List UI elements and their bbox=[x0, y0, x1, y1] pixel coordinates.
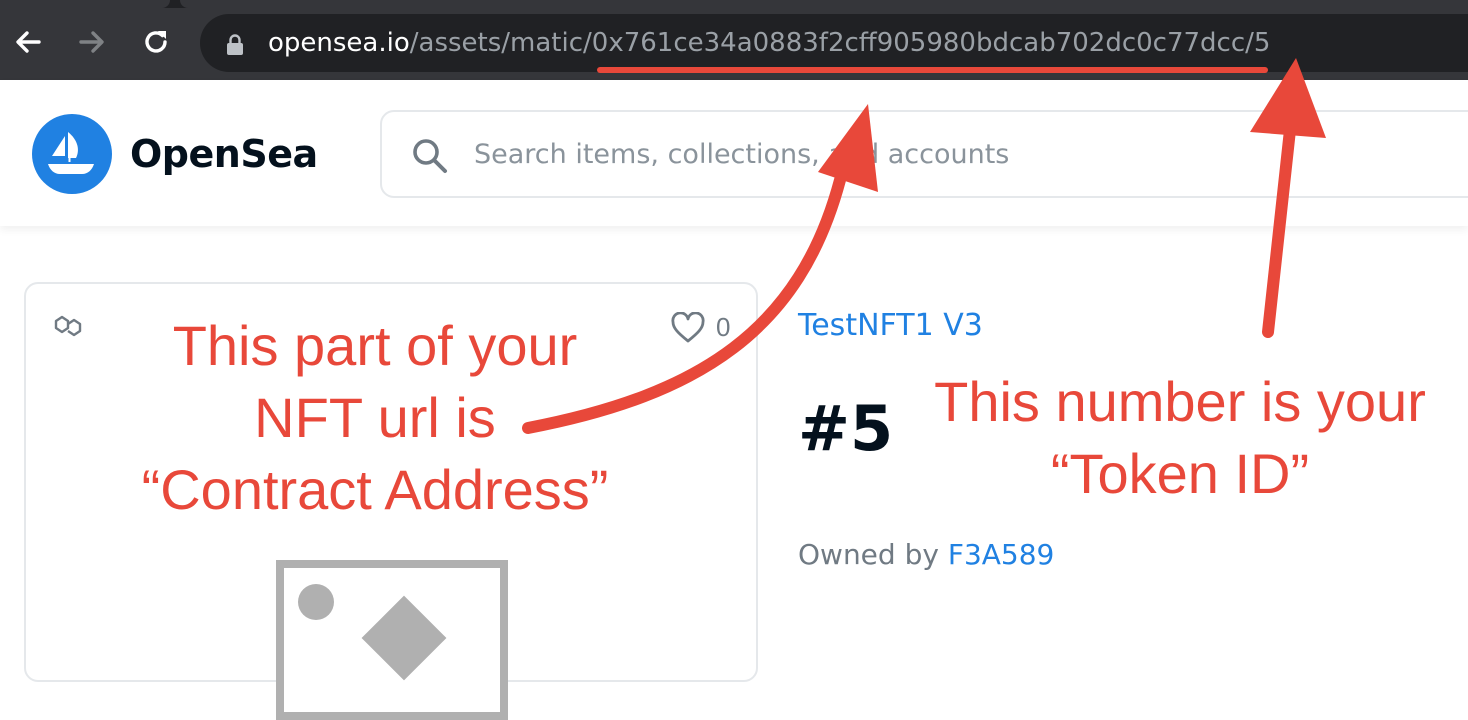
brand-name[interactable]: OpenSea bbox=[130, 132, 318, 176]
arrow-right-icon bbox=[79, 31, 104, 53]
owned-by-label: Owned by bbox=[798, 538, 948, 571]
owned-by: Owned by F3A589 bbox=[798, 538, 1054, 571]
annotation-line: “Contract Address” bbox=[141, 458, 609, 521]
browser-toolbar: opensea.io/assets/matic/0x761ce34a0883f2… bbox=[0, 0, 1468, 80]
annotation-line: This part of your bbox=[172, 314, 578, 377]
ship-icon bbox=[48, 132, 94, 174]
lock-icon bbox=[227, 34, 243, 55]
collection-link[interactable]: TestNFT1 V3 bbox=[798, 308, 983, 343]
image-placeholder bbox=[276, 560, 508, 720]
owner-link[interactable]: F3A589 bbox=[948, 538, 1055, 571]
url-host: opensea.io bbox=[268, 28, 410, 58]
forward-button[interactable] bbox=[72, 22, 112, 62]
token-title: #5 bbox=[798, 392, 894, 465]
token-id-annotation: This number is your “Token ID” bbox=[890, 366, 1468, 510]
search-bar[interactable] bbox=[380, 110, 1468, 198]
placeholder-sun-shape bbox=[298, 584, 334, 620]
arrow-left-icon bbox=[16, 31, 41, 53]
tab-edge bbox=[180, 0, 1468, 8]
reload-icon bbox=[145, 31, 167, 53]
address-bar[interactable]: opensea.io/assets/matic/0x761ce34a0883f2… bbox=[200, 14, 1468, 72]
placeholder-mountain-shape bbox=[361, 595, 447, 681]
contract-address-annotation: This part of your NFT url is “Contract A… bbox=[60, 310, 690, 526]
url-text[interactable]: opensea.io/assets/matic/0x761ce34a0883f2… bbox=[268, 28, 1270, 58]
annotation-line: This number is your bbox=[934, 370, 1426, 433]
opensea-logo[interactable] bbox=[32, 114, 112, 194]
annotation-line: “Token ID” bbox=[1050, 442, 1310, 505]
annotation-line: NFT url is bbox=[254, 386, 496, 449]
back-button[interactable] bbox=[8, 22, 48, 62]
favorite-count: 0 bbox=[716, 312, 731, 342]
search-icon bbox=[413, 139, 447, 173]
site-header: OpenSea bbox=[0, 80, 1468, 226]
url-path: /assets/matic/0x761ce34a0883f2cff905980b… bbox=[409, 28, 1271, 58]
search-input[interactable] bbox=[474, 134, 1374, 174]
reload-button[interactable] bbox=[136, 22, 176, 62]
tab-edge bbox=[0, 0, 170, 8]
